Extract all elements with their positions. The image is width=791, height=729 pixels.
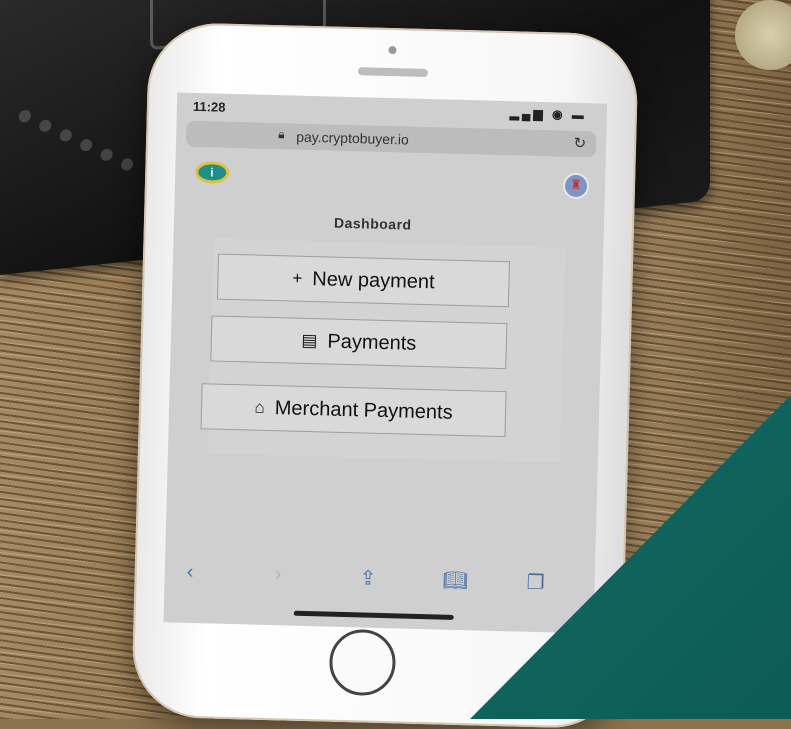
payments-button[interactable]: ▤ Payments	[210, 315, 508, 370]
user-avatar[interactable]: ♜	[562, 172, 590, 200]
home-icon: ⌂	[254, 397, 266, 417]
new-payment-label: New payment	[312, 267, 435, 293]
app-logo-icon[interactable]: i	[194, 160, 230, 184]
lock-icon: 🔒︎	[278, 127, 285, 142]
plus-icon: +	[292, 268, 303, 288]
new-payment-button[interactable]: + New payment	[216, 253, 511, 308]
smartphone: 11:28 ▂▄▆ ◉ ▬ 🔒︎ pay.cryptobuyer.io ↻ i …	[130, 21, 640, 729]
chevron-left-icon[interactable]: ‹	[186, 561, 194, 584]
share-icon[interactable]: ⇪	[359, 565, 376, 590]
phone-screen: 11:28 ▂▄▆ ◉ ▬ 🔒︎ pay.cryptobuyer.io ↻ i …	[163, 92, 608, 634]
payments-label: Payments	[327, 329, 417, 355]
status-time: 11:28	[192, 98, 226, 115]
signal-wifi-battery-icon: ▂▄▆ ◉ ▬	[509, 106, 588, 123]
address-bar[interactable]: 🔒︎ pay.cryptobuyer.io ↻	[185, 120, 597, 158]
tabs-icon[interactable]: ❐	[526, 570, 545, 595]
page-title: Dashboard	[333, 214, 412, 233]
home-button[interactable]	[328, 628, 397, 697]
reload-icon[interactable]: ↻	[573, 134, 586, 152]
merchant-payments-button[interactable]: ⌂ Merchant Payments	[200, 383, 507, 438]
browser-toolbar: ‹ › ⇪ 📖︎ ❐	[164, 552, 595, 613]
home-indicator	[293, 610, 454, 620]
earpiece-speaker	[357, 67, 429, 78]
url-text: pay.cryptobuyer.io	[296, 128, 409, 148]
front-camera	[388, 45, 397, 55]
merchant-payments-label: Merchant Payments	[274, 396, 453, 424]
bookmarks-icon[interactable]: 📖︎	[442, 568, 468, 594]
chevron-right-icon[interactable]: ›	[274, 563, 281, 586]
card-icon: ▤	[301, 330, 318, 351]
